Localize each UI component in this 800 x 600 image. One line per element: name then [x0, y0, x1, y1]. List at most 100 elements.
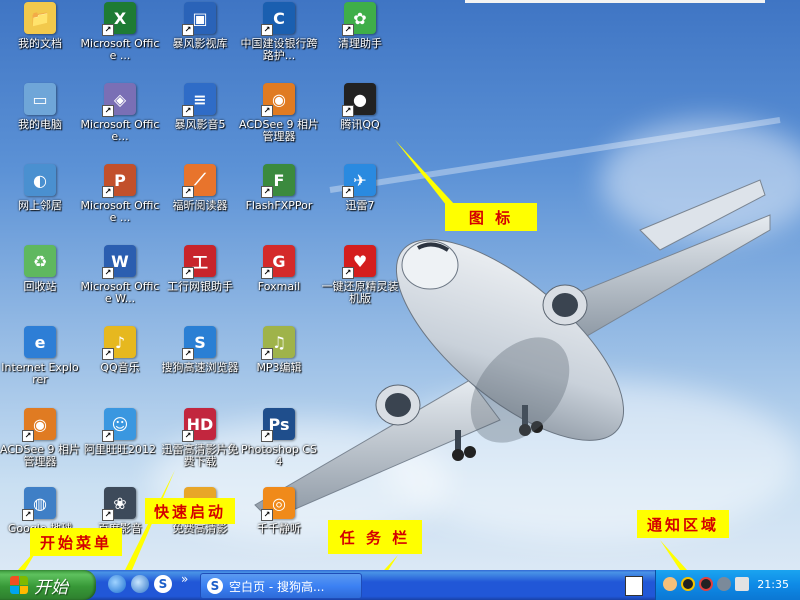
desktop-icon[interactable]: ◈ ↗ Microsoft Office...: [80, 83, 160, 143]
volume-icon[interactable]: [735, 577, 749, 591]
desktop-icon-label: 搜狗高速浏览器: [161, 361, 239, 374]
desktop-icon[interactable]: ▭ 我的电脑: [0, 83, 80, 131]
shortcut-arrow-icon: ↗: [342, 267, 354, 279]
desktop-icon-label: 腾讯QQ: [340, 118, 380, 131]
desktop-icon[interactable]: P ↗ Microsoft Office ...: [80, 164, 160, 224]
photoshop-icon: Ps ↗: [261, 408, 295, 442]
desktop-icon-label: 暴风影视库: [172, 37, 228, 50]
qq-penguin-icon: ● ↗: [342, 83, 376, 117]
shortcut-arrow-icon: ↗: [182, 430, 194, 442]
desktop-icon[interactable]: ✈ ↗ 迅雷7: [320, 164, 400, 212]
desktop-icon-label: Microsoft Office ...: [80, 199, 160, 224]
notification-area: 21:35: [655, 570, 800, 600]
internet-explorer-icon[interactable]: [108, 575, 126, 593]
thunder-icon: ✈ ↗: [342, 164, 376, 198]
desktop-icon[interactable]: ▣ ↗ 暴风影视库: [160, 2, 240, 50]
shortcut-arrow-icon: ↗: [261, 509, 273, 521]
desktop-icon-label: 我的电脑: [18, 118, 62, 131]
desktop-icon-label: Foxmail: [257, 280, 301, 293]
excel-icon: X ↗: [102, 2, 136, 36]
desktop-icon-label: 福昕阅读器: [172, 199, 228, 212]
desktop-icon-label: 迅雷7: [345, 199, 375, 212]
desktop-icon[interactable]: ♻ 回收站: [0, 245, 80, 293]
desktop-icon[interactable]: ☺ ↗ 阿里旺旺2012: [80, 408, 160, 456]
acdsee-icon: ◉ ↗: [22, 408, 56, 442]
desktop-icon[interactable]: ◉ ↗ ACDSee 9 相片管理器: [239, 83, 319, 143]
shortcut-arrow-icon: ↗: [182, 348, 194, 360]
desktop-icon[interactable]: C ↗ 中国建设银行跨路护...: [239, 2, 319, 62]
show-desktop-icon[interactable]: [131, 575, 149, 593]
tray-emoji-icon[interactable]: [663, 577, 677, 591]
annotation-quick-launch: 快速启动: [145, 498, 235, 524]
annotation-notification-area: 通知区域: [637, 510, 729, 538]
shortcut-arrow-icon: ↗: [261, 430, 273, 442]
shortcut-arrow-icon: ↗: [261, 348, 273, 360]
tray-qq-icon[interactable]: [681, 577, 695, 591]
desktop-icon-label: 我的文档: [18, 37, 62, 50]
mp3-editor-icon: ♫ ↗: [261, 326, 295, 360]
shortcut-arrow-icon: ↗: [182, 105, 194, 117]
desktop-icon[interactable]: S ↗ 搜狗高速浏览器: [160, 326, 240, 374]
baidu-player-icon: ❀ ↗: [102, 487, 136, 521]
desktop-icon[interactable]: W ↗ Microsoft Office W...: [80, 245, 160, 305]
desktop-icon[interactable]: F ↗ FlashFXPPor: [239, 164, 319, 212]
shortcut-arrow-icon: ↗: [182, 186, 194, 198]
desktop-icon[interactable]: e Internet Explorer: [0, 326, 80, 386]
shortcut-arrow-icon: ↗: [261, 186, 273, 198]
desktop-icon-label: 阿里旺旺2012: [84, 443, 156, 456]
desktop-icon-label: Internet Explorer: [1, 361, 79, 386]
desktop-icon[interactable]: ◐ 网上邻居: [0, 164, 80, 212]
desktop-icon-label: 免费高清影: [172, 522, 228, 535]
desktop-icon-label: FlashFXPPor: [245, 199, 313, 212]
desktop[interactable]: 📁 我的文档 X ↗ Microsoft Office ... ▣ ↗ 暴风影视库 C ↗ 中国建设…: [0, 0, 800, 570]
tray-qq-icon-2[interactable]: [699, 577, 713, 591]
icbc-helper-icon: 工 ↗: [182, 245, 216, 279]
input-method-icon[interactable]: [625, 576, 643, 596]
ttplayer-icon: ◎ ↗: [261, 487, 295, 521]
desktop-icon[interactable]: ♪ ↗ QQ音乐: [80, 326, 160, 374]
network-places-icon: ◐: [24, 164, 56, 196]
desktop-icon[interactable]: ◎ ↗ 千千静听: [239, 487, 319, 535]
task-button-sogou[interactable]: S 空白页 - 搜狗高...: [200, 573, 362, 599]
clock[interactable]: 21:35: [757, 578, 789, 591]
desktop-icon[interactable]: ≡ ↗ 暴风影音5: [160, 83, 240, 131]
desktop-icon[interactable]: Ps ↗ Photoshop CS4: [239, 408, 319, 468]
desktop-icon[interactable]: X ↗ Microsoft Office ...: [80, 2, 160, 62]
annotation-start-menu: 开始菜单: [30, 528, 122, 556]
shortcut-arrow-icon: ↗: [102, 186, 114, 198]
desktop-icon-label: QQ音乐: [100, 361, 140, 374]
desktop-icon[interactable]: ⟋ ↗ 福昕阅读器: [160, 164, 240, 212]
desktop-icon[interactable]: G ↗ Foxmail: [239, 245, 319, 293]
cleanup-helper-icon: ✿ ↗: [342, 2, 376, 36]
desktop-icon-label: 清理助手: [338, 37, 382, 50]
desktop-icon[interactable]: HD ↗ 迅雷高清影片免费下载: [160, 408, 240, 468]
shortcut-arrow-icon: ↗: [22, 430, 34, 442]
my-computer-icon: ▭: [24, 83, 56, 115]
desktop-icon[interactable]: ✿ ↗ 清理助手: [320, 2, 400, 50]
desktop-icon-label: 网上邻居: [18, 199, 62, 212]
shortcut-arrow-icon: ↗: [102, 509, 114, 521]
desktop-icon-label: Microsoft Office...: [80, 118, 160, 143]
start-button[interactable]: 开始: [0, 570, 96, 600]
shortcut-arrow-icon: ↗: [261, 105, 273, 117]
windows-flag-icon: [10, 576, 28, 594]
google-earth-icon: ◍ ↗: [22, 487, 56, 521]
sogou-browser-icon[interactable]: S: [154, 575, 172, 593]
flashfxp-icon: F ↗: [261, 164, 295, 198]
shortcut-arrow-icon: ↗: [182, 24, 194, 36]
desktop-icon[interactable]: ● ↗ 腾讯QQ: [320, 83, 400, 131]
shortcut-arrow-icon: ↗: [102, 267, 114, 279]
desktop-icon[interactable]: ◉ ↗ ACDSee 9 相片管理器: [0, 408, 80, 468]
shortcut-arrow-icon: ↗: [342, 24, 354, 36]
desktop-icon[interactable]: ♥ ↗ 一键还原精灵装机版: [320, 245, 400, 305]
acdsee-icon: ◉ ↗: [261, 83, 295, 117]
shortcut-arrow-icon: ↗: [22, 509, 34, 521]
quick-launch-chevron-icon[interactable]: »: [181, 572, 188, 586]
desktop-icon-label: 中国建设银行跨路护...: [240, 37, 318, 62]
desktop-icon[interactable]: 📁 我的文档: [0, 2, 80, 50]
desktop-icon[interactable]: ♫ ↗ MP3编辑: [239, 326, 319, 374]
desktop-icon[interactable]: 工 ↗ 工行网银助手: [160, 245, 240, 293]
tray-network-icon[interactable]: [717, 577, 731, 591]
shortcut-arrow-icon: ↗: [342, 186, 354, 198]
foxmail-icon: G ↗: [261, 245, 295, 279]
